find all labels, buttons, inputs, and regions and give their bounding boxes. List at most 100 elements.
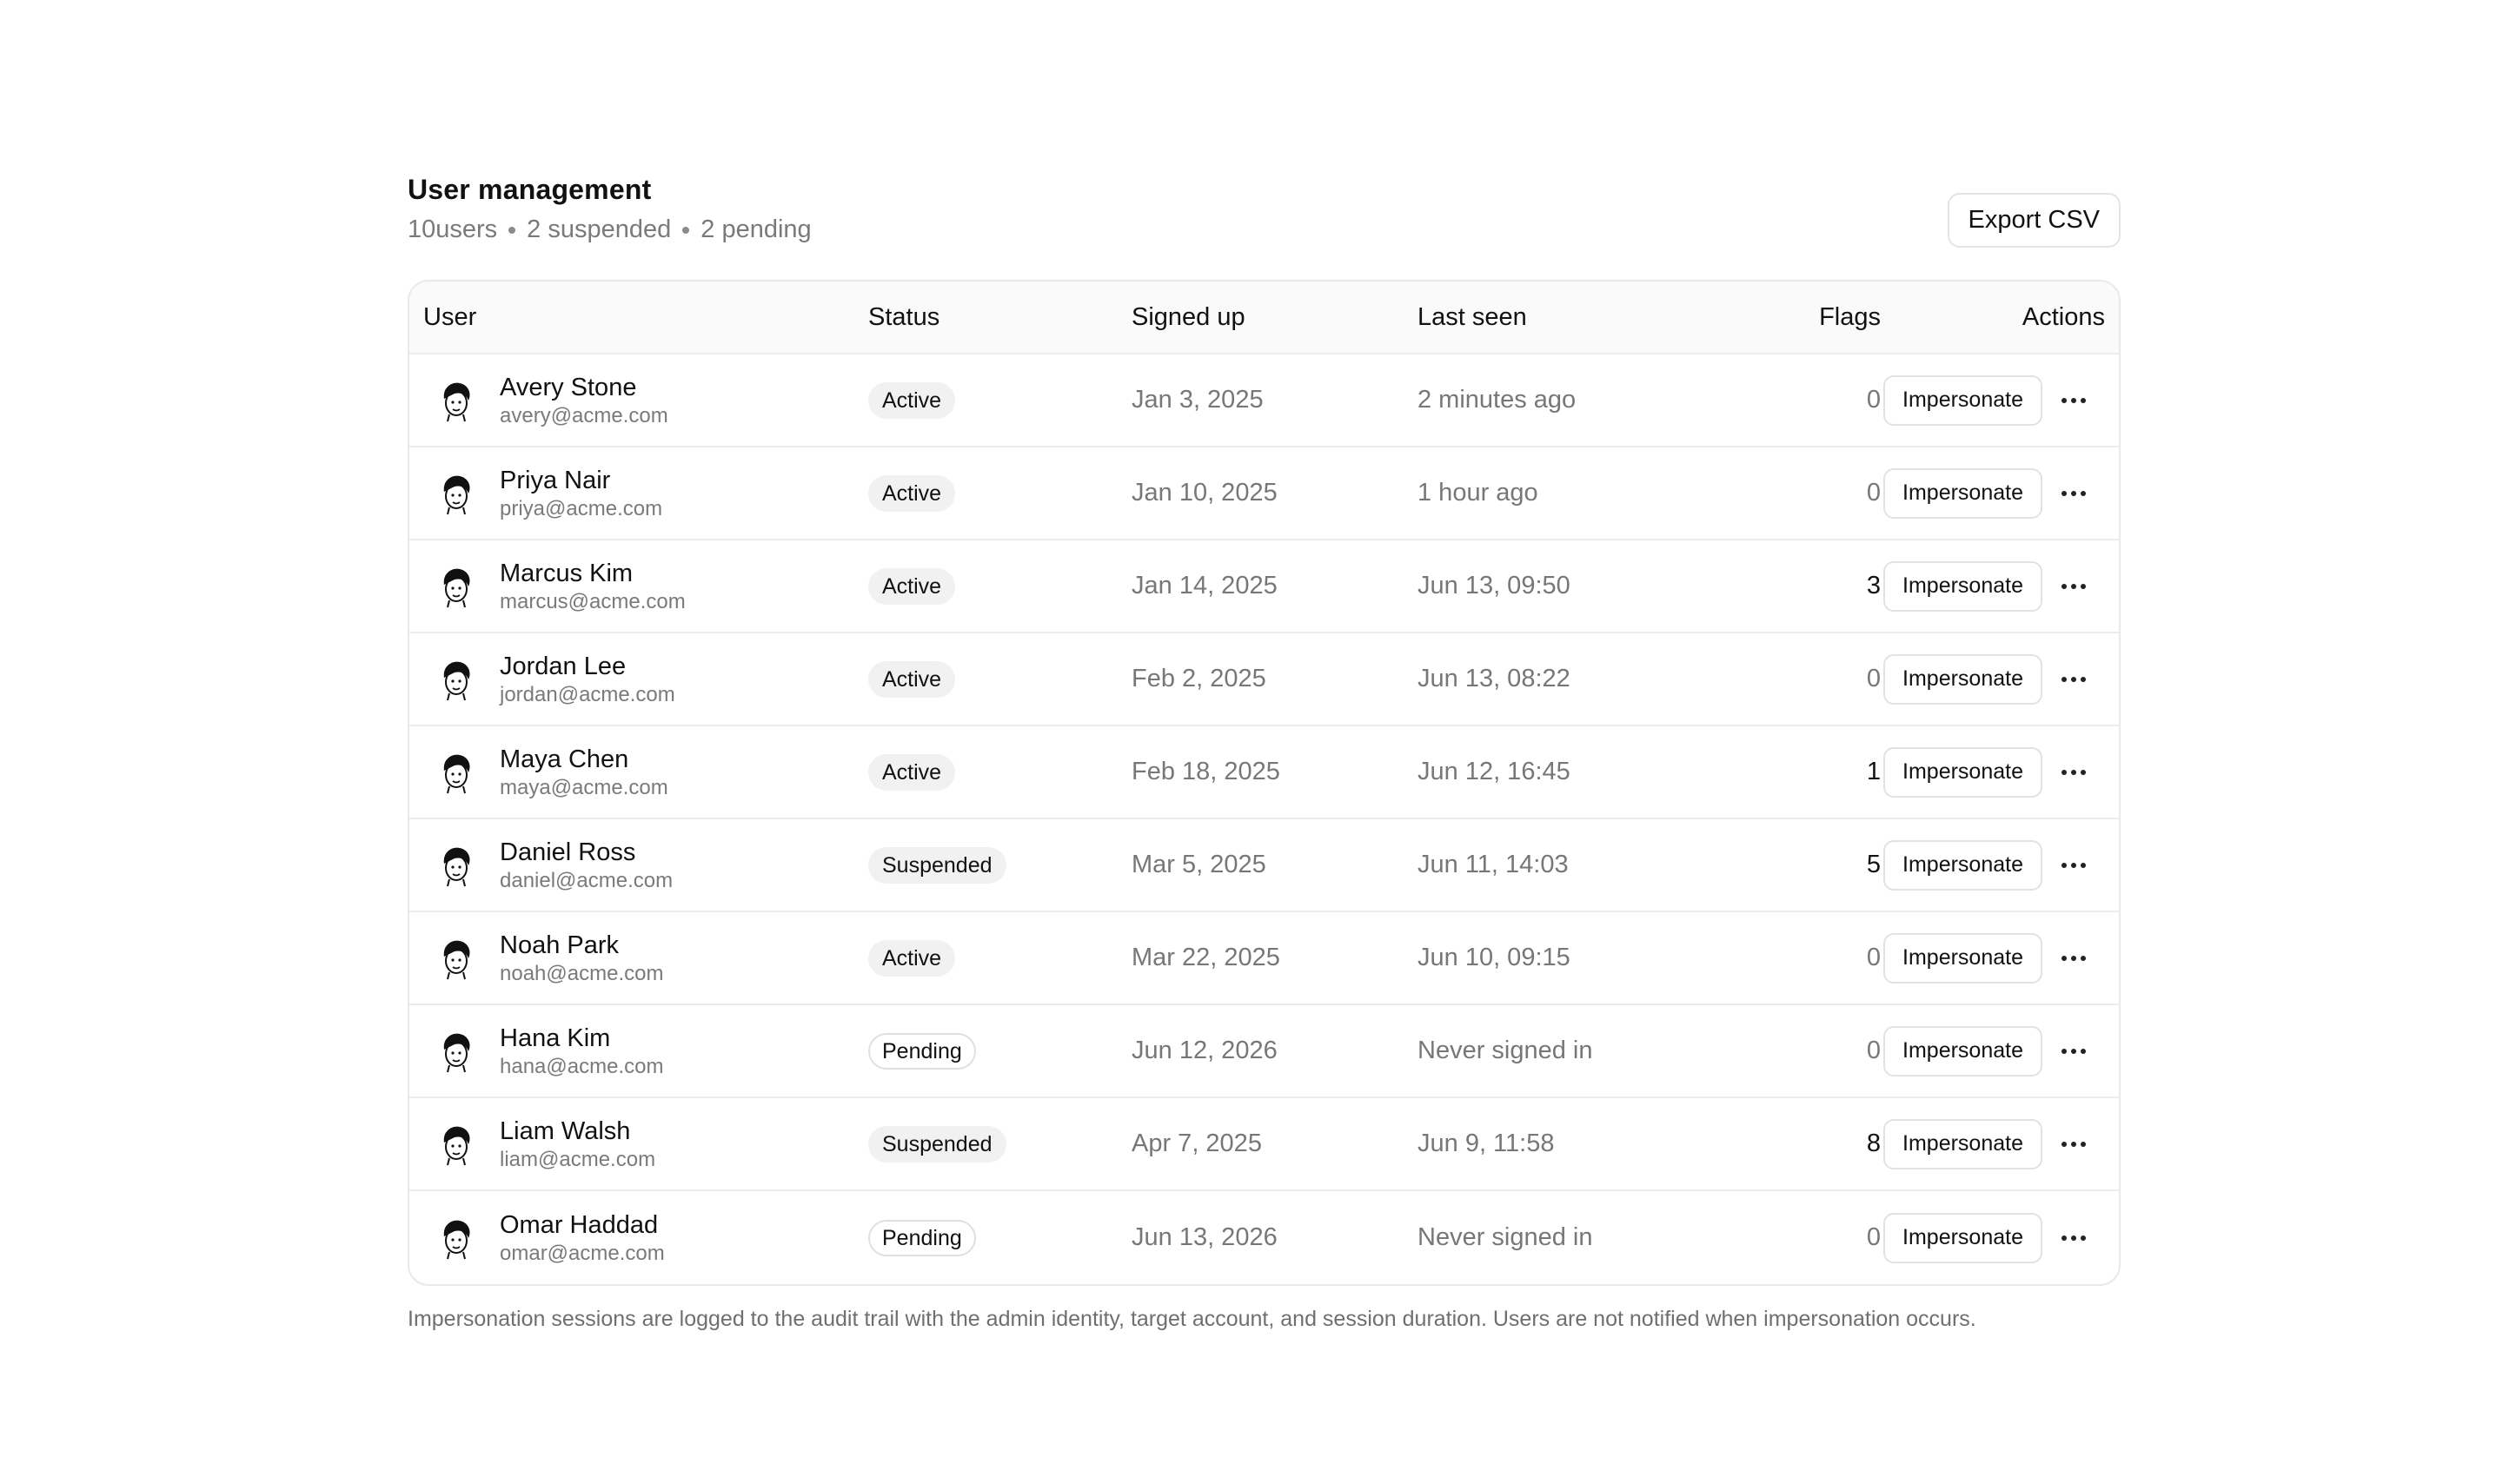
avatar — [432, 934, 481, 983]
status-badge: Pending — [868, 1219, 976, 1256]
last-seen: Jun 10, 09:15 — [1417, 944, 1570, 971]
user-name: Maya Chen — [500, 745, 629, 773]
table-row: Avery Stone avery@acme.com Active Jan 3,… — [409, 354, 2119, 447]
status-cell: Active — [868, 753, 1132, 791]
column-header-status: Status — [868, 302, 940, 331]
flags-count: 1 — [1866, 758, 1881, 785]
page-header: User management 10users 2 suspended 2 pe… — [408, 170, 2121, 280]
user-cell: Daniel Ross daniel@acme.com — [409, 837, 868, 894]
status-badge: Active — [868, 939, 956, 977]
impersonate-button[interactable]: Impersonate — [1883, 1118, 2042, 1169]
avatar — [432, 841, 481, 890]
status-cell: Suspended — [868, 846, 1132, 884]
user-info: Avery Stone avery@acme.com — [500, 372, 668, 429]
user-email: omar@acme.com — [500, 1241, 665, 1265]
signed-up-date: Jun 12, 2026 — [1132, 1037, 1278, 1064]
status-badge: Active — [868, 381, 956, 419]
signed-up-date: Jan 10, 2025 — [1132, 479, 1278, 507]
signed-up-date: Mar 5, 2025 — [1132, 851, 1266, 878]
actions-cell: Impersonate — [1881, 653, 2119, 705]
last-seen: Jun 11, 14:03 — [1417, 851, 1569, 878]
signed-up-date: Jan 14, 2025 — [1132, 572, 1278, 600]
status-cell: Active — [868, 567, 1132, 605]
table-header: User Status Signed up Last seen Flags Ac… — [409, 282, 2119, 354]
avatar — [432, 376, 481, 425]
export-csv-button[interactable]: Export CSV — [1947, 193, 2121, 248]
last-seen: 1 hour ago — [1417, 479, 1538, 507]
more-options-icon[interactable] — [2042, 375, 2105, 426]
last-seen: Jun 12, 16:45 — [1417, 758, 1570, 785]
actions-cell: Impersonate — [1881, 1025, 2119, 1077]
user-name: Avery Stone — [500, 373, 637, 401]
user-management-panel: User management 10users 2 suspended 2 pe… — [408, 170, 2121, 1332]
users-table: User Status Signed up Last seen Flags Ac… — [408, 280, 2121, 1286]
flags-count: 0 — [1866, 479, 1881, 507]
status-badge: Active — [868, 567, 956, 605]
more-options-icon[interactable] — [2042, 468, 2105, 519]
actions-cell: Impersonate — [1881, 746, 2119, 798]
impersonate-button[interactable]: Impersonate — [1883, 932, 2042, 984]
user-cell: Priya Nair priya@acme.com — [409, 465, 868, 522]
impersonate-button[interactable]: Impersonate — [1883, 1212, 2042, 1263]
impersonate-button[interactable]: Impersonate — [1883, 746, 2042, 798]
column-header-user: User — [423, 302, 477, 331]
user-info: Maya Chen maya@acme.com — [500, 744, 668, 801]
impersonate-button[interactable]: Impersonate — [1883, 374, 2042, 426]
user-email: noah@acme.com — [500, 961, 664, 985]
separator-dot — [682, 226, 690, 234]
flags-count: 8 — [1866, 1130, 1881, 1157]
user-name: Priya Nair — [500, 466, 611, 494]
more-options-icon[interactable] — [2042, 933, 2105, 984]
impersonate-button[interactable]: Impersonate — [1883, 839, 2042, 891]
impersonate-button[interactable]: Impersonate — [1883, 1025, 2042, 1077]
more-options-icon[interactable] — [2042, 654, 2105, 705]
table-row: Priya Nair priya@acme.com Active Jan 10,… — [409, 447, 2119, 540]
more-options-icon[interactable] — [2042, 1119, 2105, 1169]
impersonate-button[interactable]: Impersonate — [1883, 653, 2042, 705]
more-options-icon[interactable] — [2042, 561, 2105, 612]
table-row: Liam Walsh liam@acme.com Suspended Apr 7… — [409, 1098, 2119, 1191]
table-row: Daniel Ross daniel@acme.com Suspended Ma… — [409, 819, 2119, 912]
avatar — [432, 655, 481, 704]
more-options-icon[interactable] — [2042, 747, 2105, 798]
more-options-icon[interactable] — [2042, 1213, 2105, 1263]
status-cell: Pending — [868, 1219, 1132, 1256]
user-cell: Noah Park noah@acme.com — [409, 930, 868, 987]
status-badge: Active — [868, 474, 956, 512]
actions-cell: Impersonate — [1881, 1212, 2119, 1263]
column-header-flags: Flags — [1819, 302, 1881, 331]
impersonate-button[interactable]: Impersonate — [1883, 560, 2042, 612]
avatar — [432, 1120, 481, 1169]
user-email: hana@acme.com — [500, 1054, 664, 1078]
status-cell: Active — [868, 381, 1132, 419]
user-name: Marcus Kim — [500, 559, 634, 587]
user-cell: Hana Kim hana@acme.com — [409, 1023, 868, 1080]
table-row: Hana Kim hana@acme.com Pending Jun 12, 2… — [409, 1005, 2119, 1098]
last-seen: Jun 13, 08:22 — [1417, 665, 1570, 692]
user-info: Hana Kim hana@acme.com — [500, 1023, 663, 1080]
table-row: Omar Haddad omar@acme.com Pending Jun 13… — [409, 1191, 2119, 1284]
signed-up-date: Apr 7, 2025 — [1132, 1130, 1262, 1157]
user-email: priya@acme.com — [500, 496, 663, 520]
flags-count: 3 — [1866, 572, 1881, 600]
user-name: Omar Haddad — [500, 1210, 659, 1239]
actions-cell: Impersonate — [1881, 932, 2119, 984]
avatar — [432, 748, 481, 797]
user-email: marcus@acme.com — [500, 589, 686, 613]
flags-count: 0 — [1866, 1037, 1881, 1064]
status-badge: Active — [868, 660, 956, 698]
pending-count: 2 pending — [700, 215, 812, 243]
user-email: maya@acme.com — [500, 775, 668, 799]
user-info: Noah Park noah@acme.com — [500, 930, 663, 987]
user-email: daniel@acme.com — [500, 868, 674, 892]
column-header-signed-up: Signed up — [1132, 302, 1245, 331]
actions-cell: Impersonate — [1881, 374, 2119, 426]
more-options-icon[interactable] — [2042, 1026, 2105, 1077]
status-cell: Active — [868, 474, 1132, 512]
user-cell: Marcus Kim marcus@acme.com — [409, 558, 868, 615]
impersonate-button[interactable]: Impersonate — [1883, 467, 2042, 519]
avatar — [432, 1214, 481, 1262]
more-options-icon[interactable] — [2042, 840, 2105, 891]
user-name: Jordan Lee — [500, 652, 627, 680]
actions-cell: Impersonate — [1881, 467, 2119, 519]
